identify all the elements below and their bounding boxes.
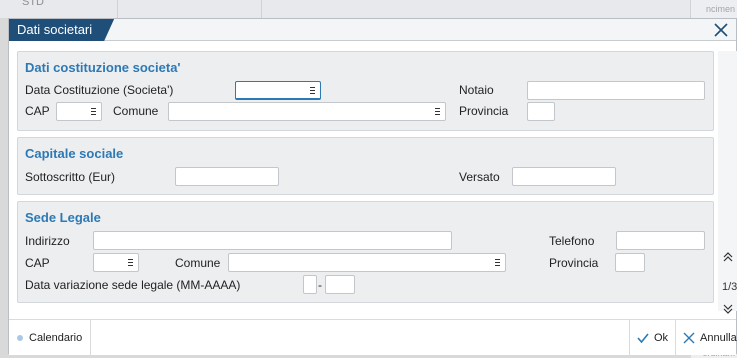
- versato-label: Versato: [459, 170, 500, 184]
- lookup-icon: [435, 108, 440, 115]
- background-right-label: ncimen: [705, 4, 735, 14]
- dialog-title: Dati societari: [9, 19, 114, 41]
- sede-cap-field[interactable]: [93, 253, 139, 272]
- page-down-icon[interactable]: [722, 303, 734, 315]
- ok-button[interactable]: Ok: [629, 320, 675, 356]
- check-icon: [637, 333, 649, 344]
- dati-societari-dialog: Dati societari Dati costituzione societa…: [8, 18, 737, 356]
- comune-field[interactable]: [168, 102, 446, 121]
- ok-label: Ok: [654, 332, 669, 344]
- comune-label: Comune: [113, 104, 159, 118]
- variazione-mm-field[interactable]: [303, 275, 317, 294]
- data-costituzione-label: Data Costituzione (Societa'): [25, 83, 174, 97]
- telefono-field[interactable]: [616, 231, 705, 250]
- dialog-bottombar: Calendario Ok Annulla: [9, 319, 737, 356]
- background-toolbar: STD: [0, 0, 737, 18]
- notaio-label: Notaio: [459, 83, 494, 97]
- close-icon[interactable]: [712, 21, 730, 39]
- section-sede-legale: Sede Legale Indirizzo Telefono CAP Comun…: [17, 201, 714, 303]
- section-title-costituzione: Dati costituzione societa': [25, 60, 181, 75]
- variazione-aaaa-field[interactable]: [325, 275, 355, 294]
- sede-cap-label: CAP: [25, 256, 50, 270]
- indirizzo-field[interactable]: [93, 231, 452, 250]
- section-capitale: Capitale sociale Sottoscritto (Eur) Vers…: [17, 137, 714, 195]
- sottoscritto-field[interactable]: [175, 167, 279, 186]
- page-indicator: 1/3: [722, 281, 737, 293]
- sottoscritto-label: Sottoscritto (Eur): [25, 170, 116, 184]
- calendario-label: Calendario: [29, 332, 83, 344]
- annulla-button[interactable]: Annulla: [675, 320, 737, 356]
- calendar-icon: [310, 87, 315, 94]
- sede-comune-label: Comune: [175, 256, 221, 270]
- dialog-content: Dati costituzione societa' Data Costituz…: [17, 51, 714, 311]
- indirizzo-label: Indirizzo: [25, 234, 70, 248]
- page-navigator: 1/3: [718, 51, 737, 314]
- data-costituzione-field[interactable]: [235, 81, 321, 100]
- cap-field[interactable]: [56, 102, 102, 121]
- sede-comune-field[interactable]: [228, 253, 506, 272]
- lookup-icon: [91, 108, 96, 115]
- versato-field[interactable]: [512, 167, 616, 186]
- cancel-icon: [683, 332, 695, 344]
- section-title-sede: Sede Legale: [25, 210, 101, 225]
- annulla-label: Annulla: [700, 332, 737, 344]
- lookup-icon: [495, 259, 500, 266]
- date-separator: -: [318, 278, 322, 292]
- sede-provincia-field[interactable]: [615, 253, 645, 272]
- provincia-label: Provincia: [459, 104, 509, 118]
- provincia-field[interactable]: [527, 102, 555, 121]
- page-up-icon[interactable]: [722, 251, 734, 263]
- cap-label: CAP: [25, 104, 50, 118]
- sede-provincia-label: Provincia: [549, 256, 599, 270]
- variazione-label: Data variazione sede legale (MM-AAAA): [25, 278, 241, 292]
- calendar-dot-icon: [17, 335, 23, 341]
- telefono-label: Telefono: [549, 234, 595, 248]
- dialog-titlebar: Dati societari: [9, 19, 736, 41]
- section-title-capitale: Capitale sociale: [25, 146, 124, 161]
- notaio-field[interactable]: [527, 81, 705, 100]
- lookup-icon: [128, 259, 133, 266]
- calendario-button[interactable]: Calendario: [17, 320, 92, 356]
- section-costituzione: Dati costituzione societa' Data Costituz…: [17, 51, 714, 131]
